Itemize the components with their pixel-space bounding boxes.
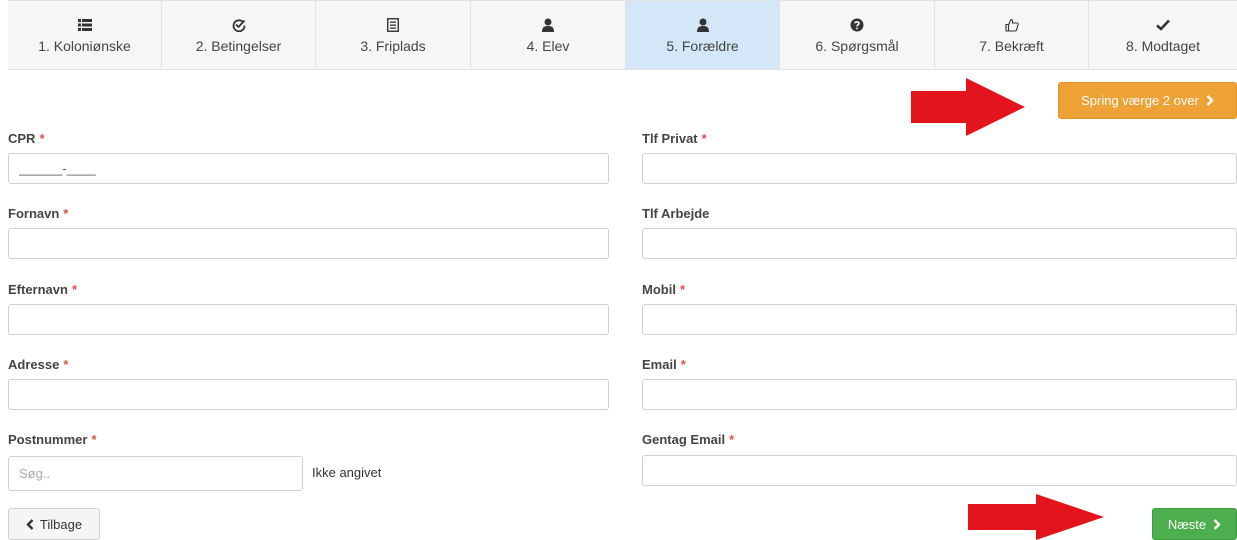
document-icon (385, 17, 401, 33)
step-elev[interactable]: 4. Elev (471, 1, 626, 69)
checkmark-icon (1155, 17, 1171, 33)
step-modtaget[interactable]: 8. Modtaget (1089, 1, 1237, 69)
user-icon (695, 17, 711, 33)
efternavn-label: Efternavn * (8, 282, 78, 297)
skip-button-label: Spring værge 2 over (1081, 93, 1199, 108)
skip-guardian-2-button[interactable]: Spring værge 2 over (1058, 82, 1237, 119)
step-label: 5. Forældre (666, 37, 739, 54)
tlf-privat-input[interactable] (642, 153, 1237, 184)
email-label: Email * (642, 357, 686, 372)
step-foraeldre[interactable]: 5. Forældre (626, 1, 780, 69)
gentag-email-input[interactable] (642, 455, 1237, 486)
thumbs-up-icon (1004, 17, 1020, 33)
postnummer-search-input[interactable] (8, 456, 303, 491)
email-input[interactable] (642, 379, 1237, 410)
user-icon (540, 17, 556, 33)
red-arrow-icon (968, 494, 1104, 540)
cpr-label: CPR * (8, 131, 45, 146)
step-bekraeft[interactable]: 7. Bekræft (935, 1, 1089, 69)
chevron-right-icon (1213, 518, 1221, 530)
chevron-right-icon (1206, 95, 1214, 106)
step-label: 8. Modtaget (1126, 37, 1200, 54)
step-label: 2. Betingelser (195, 37, 282, 54)
red-arrow-icon (911, 78, 1025, 136)
step-koloniønske[interactable]: 1. Koloniønske (8, 1, 162, 69)
question-circle-icon (849, 17, 865, 33)
tlf-arbejde-label: Tlf Arbejde (642, 206, 710, 221)
mobil-input[interactable] (642, 304, 1237, 335)
tlf-arbejde-input[interactable] (642, 228, 1237, 259)
step-friplads[interactable]: 3. Friplads (316, 1, 471, 69)
back-button-label: Tilbage (39, 516, 83, 532)
tlf-privat-label: Tlf Privat * (642, 131, 707, 146)
wizard-steps: 1. Koloniønske 2. Betingelser 3. Friplad… (8, 0, 1237, 70)
next-button-label: Næste (1167, 516, 1207, 532)
step-label: 3. Friplads (360, 37, 426, 54)
step-spoergsmaal[interactable]: 6. Spørgsmål (780, 1, 935, 69)
cpr-input[interactable] (8, 153, 609, 184)
step-label: 6. Spørgsmål (815, 37, 899, 54)
step-label: 4. Elev (526, 37, 570, 54)
efternavn-input[interactable] (8, 304, 609, 335)
back-button[interactable]: Tilbage (8, 508, 100, 540)
chevron-left-icon (26, 518, 34, 530)
mobil-label: Mobil * (642, 282, 685, 297)
next-button[interactable]: Næste (1152, 508, 1237, 540)
postnummer-status: Ikke angivet (312, 465, 382, 480)
gentag-email-label: Gentag Email * (642, 432, 735, 447)
list-icon (77, 17, 93, 33)
fornavn-input[interactable] (8, 228, 609, 259)
check-circle-icon (231, 17, 247, 33)
adresse-input[interactable] (8, 379, 609, 410)
step-betingelser[interactable]: 2. Betingelser (162, 1, 316, 69)
adresse-label: Adresse * (8, 357, 69, 372)
fornavn-label: Fornavn * (8, 206, 69, 221)
step-label: 1. Koloniønske (38, 37, 131, 54)
postnummer-label: Postnummer * (8, 432, 97, 447)
step-label: 7. Bekræft (979, 37, 1044, 54)
